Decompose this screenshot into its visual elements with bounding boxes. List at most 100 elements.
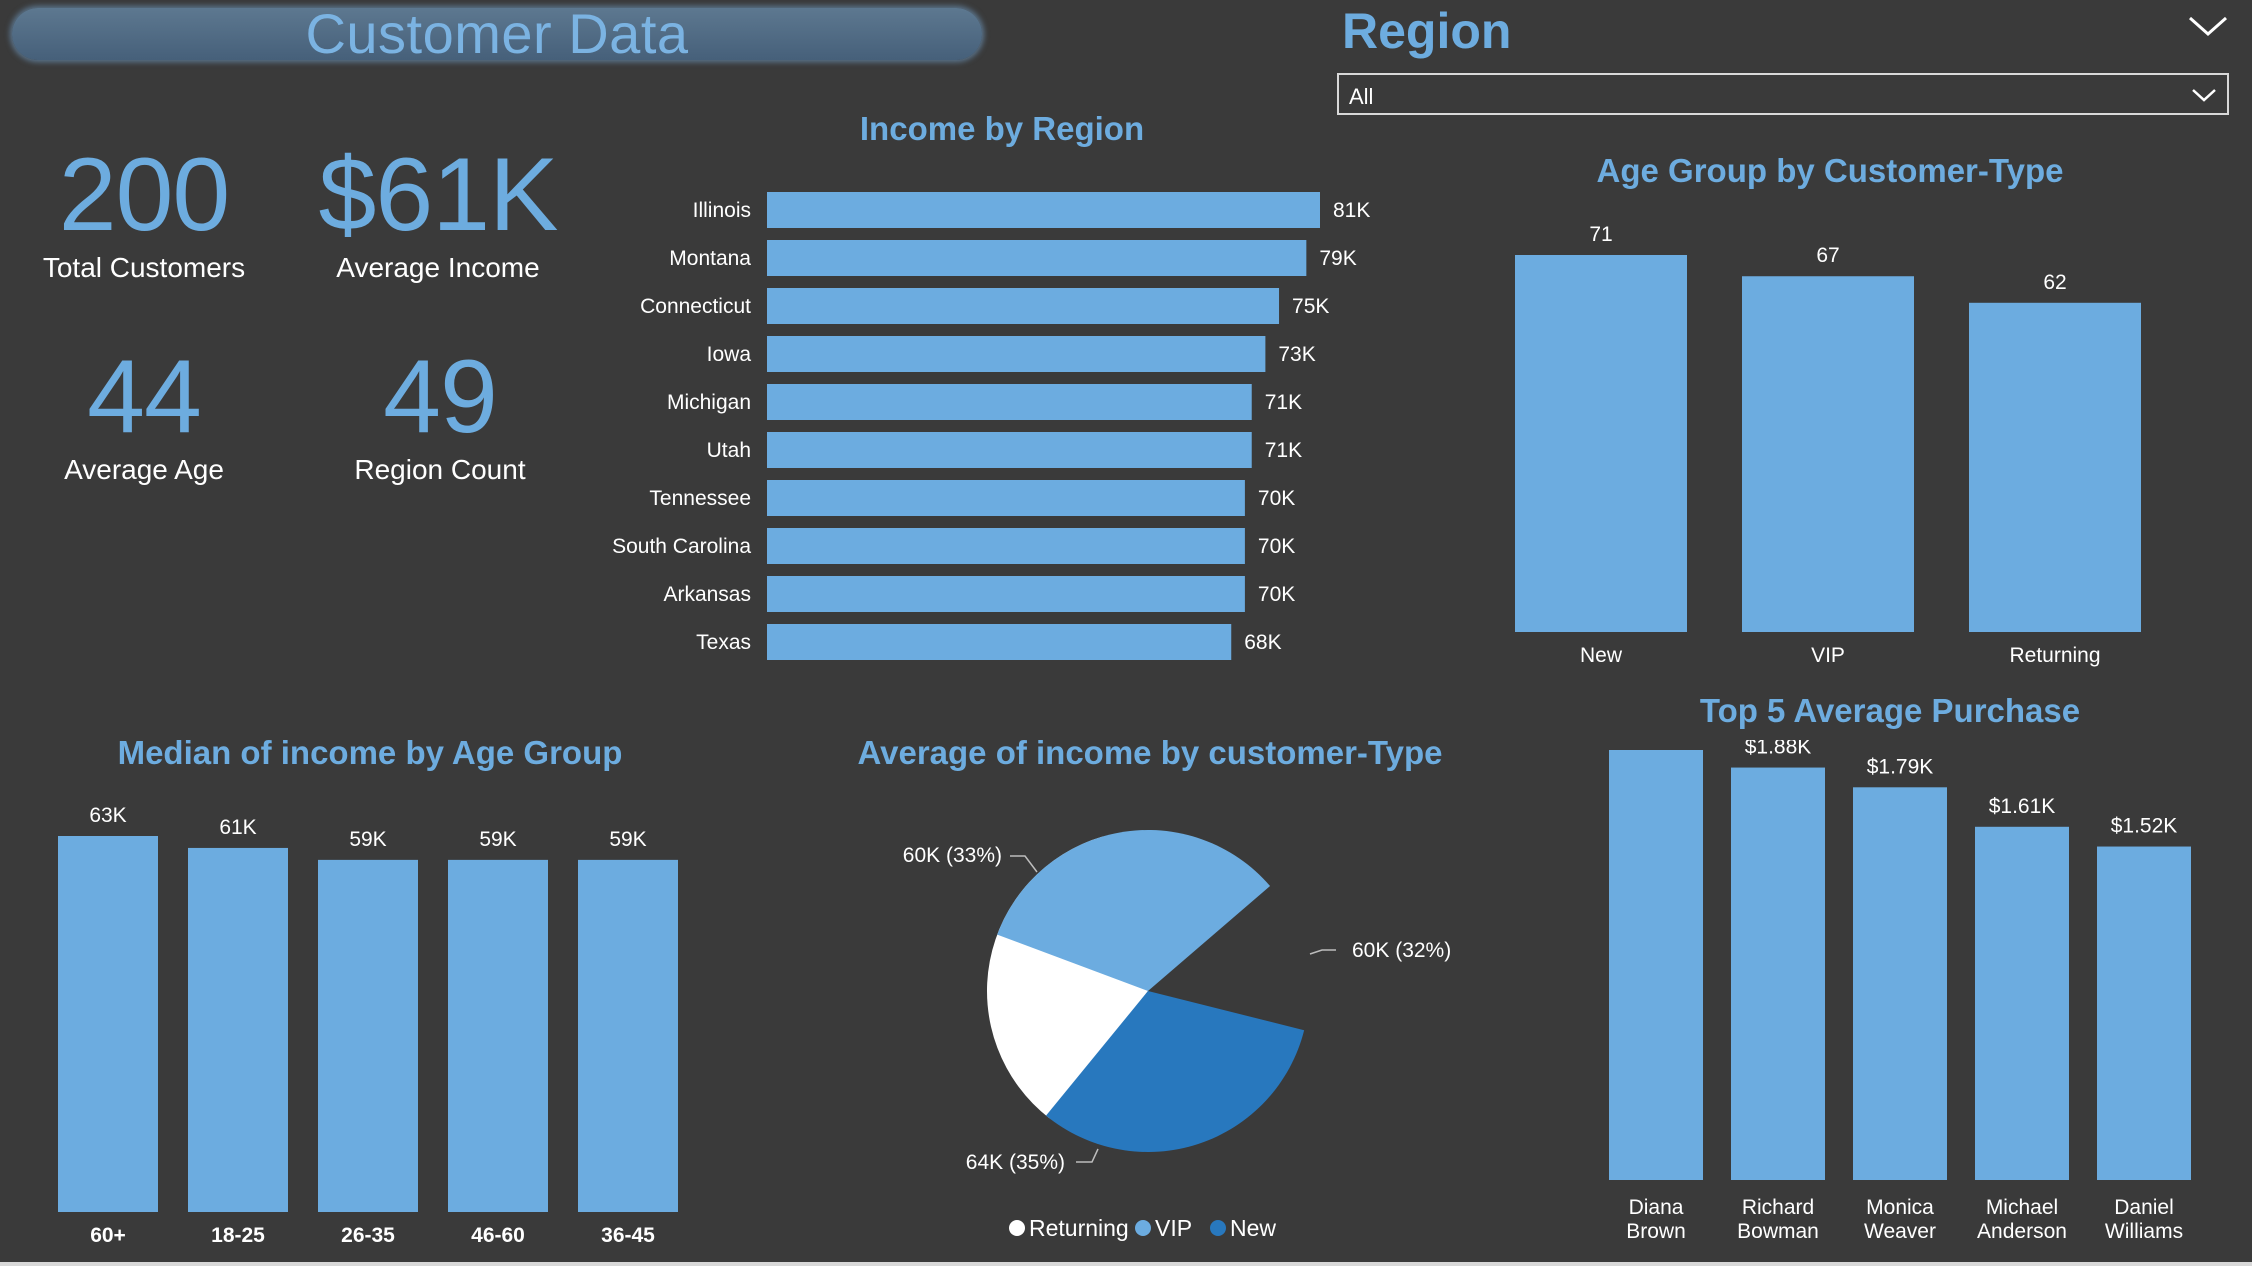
data-label: 70K — [1258, 583, 1295, 606]
category-label-line: Weaver — [1864, 1220, 1936, 1243]
category-label-line: Brown — [1626, 1220, 1686, 1243]
chart-title-top5-average-purchase: Top 5 Average Purchase — [1699, 692, 2081, 729]
category-label: Iowa — [707, 343, 752, 366]
bar — [578, 859, 678, 1212]
data-label: 63K — [89, 804, 126, 827]
bar — [1975, 826, 2069, 1180]
data-label: 61K — [219, 816, 256, 839]
bar — [1969, 302, 2141, 632]
category-label-line: Daniel — [2114, 1196, 2174, 1219]
data-label: 62 — [2043, 271, 2066, 294]
bar — [767, 384, 1252, 420]
kpi-average-age: 44 Average Age — [0, 342, 294, 486]
dashboard-title-banner: Customer Data — [12, 6, 982, 62]
category-label: New — [1580, 644, 1623, 667]
legend-marker — [1210, 1220, 1226, 1236]
category-label: Michigan — [667, 391, 751, 414]
bar — [767, 432, 1252, 468]
region-dropdown-value: All — [1349, 84, 1374, 109]
kpi-value: 200 — [58, 137, 231, 253]
data-label: 71 — [1589, 223, 1612, 246]
chevron-down-icon — [2192, 89, 2216, 102]
category-label-line: Richard — [1742, 1196, 1814, 1219]
category-label: Illinois — [693, 199, 751, 222]
kpi-value: $61K — [318, 137, 559, 253]
bar — [767, 240, 1307, 276]
bar — [767, 576, 1245, 612]
bar — [318, 859, 418, 1212]
kpi-value: 49 — [383, 339, 498, 455]
legend-label: Returning — [1029, 1215, 1129, 1241]
category-label: Returning — [2009, 644, 2100, 667]
top5-average-purchase-chart: $1.96K DianaBrown $1.88K RichardBowman $1.79… — [1609, 740, 2191, 1243]
data-label: $1.52K — [2111, 815, 2178, 838]
category-label-line: Williams — [2105, 1220, 2183, 1243]
leader-line — [1010, 855, 1038, 873]
chart-title-income-by-region: Income by Region — [859, 110, 1145, 147]
bar — [188, 847, 288, 1212]
category-label-line: Michael — [1986, 1196, 2058, 1219]
category-label: Connecticut — [640, 295, 751, 318]
bar — [1853, 787, 1947, 1180]
data-label: 59K — [609, 828, 646, 851]
category-label: Montana — [669, 247, 751, 270]
bar — [448, 859, 548, 1212]
data-label: 71K — [1265, 391, 1302, 414]
bar — [2097, 846, 2191, 1180]
age-group-by-customer-type-chart: 71 New 67 VIP 62 Returning — [1515, 223, 2141, 667]
data-label: 67 — [1816, 244, 1839, 267]
kpi-label: Total Customers — [42, 252, 246, 283]
category-label-line: Anderson — [1977, 1220, 2067, 1243]
region-slicer-label: Region — [1342, 3, 1512, 59]
bar — [767, 336, 1266, 372]
kpi-average-income: $61K Average Income — [288, 140, 588, 284]
data-label: 79K — [1319, 247, 1356, 270]
bar — [58, 836, 158, 1212]
kpi-region-count: 49 Region Count — [290, 342, 590, 486]
category-label: Texas — [696, 631, 751, 654]
category-label: Utah — [707, 439, 751, 462]
category-label-line: Monica — [1866, 1196, 1934, 1219]
data-label: $1.61K — [1989, 795, 2056, 818]
data-label: 68K — [1244, 631, 1281, 654]
bar — [767, 480, 1245, 516]
kpi-label: Region Count — [354, 454, 526, 485]
category-label: Arkansas — [663, 583, 751, 606]
bar — [767, 288, 1280, 324]
kpi-value: 44 — [87, 339, 202, 455]
data-label: 71K — [1265, 439, 1302, 462]
kpi-label: Average Age — [64, 454, 224, 485]
slice-label: 60K (33%) — [903, 844, 1002, 867]
category-label: 18-25 — [211, 1224, 265, 1247]
category-label: South Carolina — [612, 535, 751, 558]
chart-title-median-income-by-age-group: Median of income by Age Group — [117, 734, 623, 771]
category-label-line: Bowman — [1737, 1220, 1819, 1243]
data-label: $1.79K — [1867, 755, 1934, 778]
chart-title-average-income-by-customer-type: Average of income by customer-Type — [857, 734, 1443, 771]
median-income-by-age-group-chart: 63K 60+ 61K 18-25 59K 26-35 59K 46-60 59K 36-45 — [58, 804, 678, 1247]
leader-line — [1309, 949, 1336, 955]
legend-label: VIP — [1155, 1215, 1192, 1241]
slice-label: 64K (35%) — [966, 1151, 1065, 1174]
bar — [767, 624, 1232, 660]
data-label: 81K — [1333, 199, 1370, 222]
data-label: 70K — [1258, 535, 1295, 558]
income-by-region-chart: Illinois 81K Montana 79K Connecticut 75K Iowa 7… — [612, 192, 1370, 660]
bar — [767, 528, 1245, 564]
average-income-by-customer-type-chart: 60K (33%) 60K (32%) 64K (35%) Returning VIP N… — [903, 829, 1451, 1241]
category-label: 36-45 — [601, 1224, 655, 1247]
bar — [1515, 255, 1687, 632]
data-label: 73K — [1278, 343, 1315, 366]
data-label: 75K — [1292, 295, 1329, 318]
legend-marker — [1009, 1220, 1025, 1236]
leader-line — [1076, 1148, 1099, 1163]
bar — [1742, 276, 1914, 632]
region-dropdown[interactable]: All — [1337, 73, 2229, 115]
data-label: 59K — [479, 828, 516, 851]
bar — [1609, 750, 1703, 1180]
chevron-down-icon[interactable] — [2186, 10, 2230, 44]
category-label: 46-60 — [471, 1224, 525, 1247]
bottom-divider — [0, 1262, 2252, 1266]
category-label-line: Diana — [1629, 1196, 1684, 1219]
data-label: 59K — [349, 828, 386, 851]
